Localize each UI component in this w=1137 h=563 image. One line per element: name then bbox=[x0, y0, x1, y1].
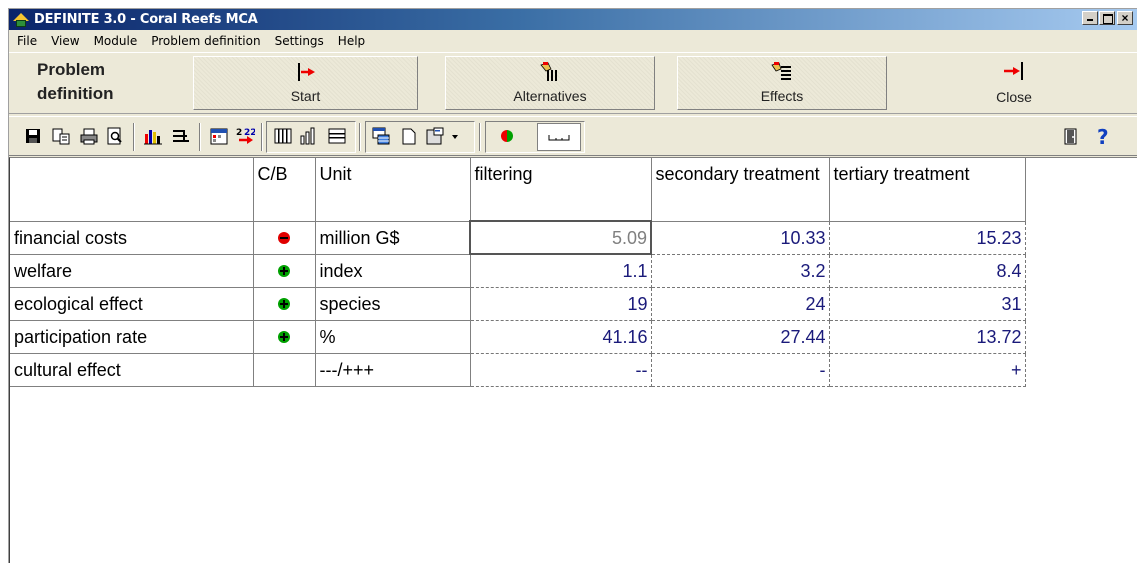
value-cell[interactable]: 24 bbox=[651, 287, 830, 321]
new-page-icon[interactable] bbox=[399, 126, 419, 146]
save-icon[interactable] bbox=[23, 126, 43, 146]
effect-name[interactable]: cultural effect bbox=[10, 353, 254, 387]
unit-cell[interactable]: % bbox=[315, 320, 471, 354]
header-alternative-3[interactable]: tertiary treatment bbox=[829, 158, 1026, 222]
menu-module[interactable]: Module bbox=[87, 34, 145, 48]
cost-benefit-cell[interactable] bbox=[253, 320, 316, 354]
unit-cell[interactable]: index bbox=[315, 254, 471, 288]
menu-bar: File View Module Problem definition Sett… bbox=[9, 31, 1137, 51]
value-cell[interactable]: 15.23 bbox=[829, 221, 1026, 255]
effects-button[interactable]: Effects bbox=[677, 56, 887, 110]
unit-cell[interactable]: ---/+++ bbox=[315, 353, 471, 387]
value-cell[interactable]: 19 bbox=[470, 287, 652, 321]
spacer-icon bbox=[548, 135, 570, 141]
table-row: ecological effect species 19 24 31 bbox=[10, 287, 1135, 321]
renumber-icon[interactable]: 2 22 bbox=[235, 126, 255, 146]
app-window: DEFINITE 3.0 - Coral Reefs MCA × File Vi… bbox=[8, 8, 1137, 563]
title-bar[interactable]: DEFINITE 3.0 - Coral Reefs MCA × bbox=[9, 9, 1137, 30]
value-cell[interactable]: 8.4 bbox=[829, 254, 1026, 288]
menu-help[interactable]: Help bbox=[331, 34, 372, 48]
print-icon[interactable] bbox=[79, 126, 99, 146]
header-cb: C/B bbox=[253, 158, 316, 222]
menu-problem-definition[interactable]: Problem definition bbox=[144, 34, 267, 48]
app-house-icon bbox=[13, 12, 29, 27]
cost-benefit-cell[interactable] bbox=[253, 353, 316, 387]
table-row: cultural effect ---/+++ -- - + bbox=[10, 353, 1135, 387]
value-cell[interactable]: 10.33 bbox=[651, 221, 830, 255]
bar-chart-icon[interactable] bbox=[143, 126, 163, 146]
table-row: participation rate% 41.16 27.44 13.72 bbox=[10, 320, 1135, 354]
sort-icon[interactable] bbox=[171, 126, 191, 146]
svg-text:22: 22 bbox=[244, 128, 255, 138]
benefit-plus-icon bbox=[278, 297, 290, 310]
svg-text:2: 2 bbox=[236, 128, 242, 138]
effects-icon bbox=[771, 62, 791, 80]
cost-benefit-cell[interactable] bbox=[253, 287, 316, 321]
minimize-button[interactable] bbox=[1082, 11, 1098, 25]
blank-toggle[interactable] bbox=[537, 123, 581, 151]
effects-table: C/B Unit filtering secondary treatment t… bbox=[10, 158, 1135, 387]
value-cell[interactable]: 13.72 bbox=[829, 320, 1026, 354]
svg-text:?: ? bbox=[1097, 126, 1109, 146]
alternatives-icon bbox=[540, 62, 557, 81]
value-cell[interactable]: 27.44 bbox=[651, 320, 830, 354]
dropdown-arrow-icon[interactable] bbox=[449, 126, 461, 146]
table-header-row: C/B Unit filtering secondary treatment t… bbox=[10, 158, 1135, 222]
value-cell[interactable]: 31 bbox=[829, 287, 1026, 321]
menu-settings[interactable]: Settings bbox=[268, 34, 331, 48]
help-icon[interactable]: ? bbox=[1093, 126, 1113, 146]
header-effect bbox=[10, 158, 254, 222]
alternatives-button[interactable]: Alternatives bbox=[445, 56, 655, 110]
module-bar: Problem definition Start Alternatives Ef… bbox=[9, 52, 1137, 114]
paste-icon[interactable] bbox=[51, 126, 71, 146]
start-button[interactable]: Start bbox=[193, 56, 418, 110]
menu-file[interactable]: File bbox=[9, 34, 44, 48]
effect-name[interactable]: participation rate bbox=[10, 320, 254, 354]
effect-name[interactable]: ecological effect bbox=[10, 287, 254, 321]
value-cell[interactable]: 1.1 bbox=[470, 254, 652, 288]
value-cell[interactable]: - bbox=[651, 353, 830, 387]
cost-minus-icon bbox=[278, 231, 290, 244]
unit-cell[interactable]: million G$ bbox=[315, 221, 471, 255]
value-cell[interactable]: 41.16 bbox=[470, 320, 652, 354]
arrow-start-icon bbox=[297, 63, 315, 81]
value-cell[interactable]: 3.2 bbox=[651, 254, 830, 288]
header-unit: Unit bbox=[315, 158, 471, 222]
window-title: DEFINITE 3.0 - Coral Reefs MCA bbox=[34, 12, 258, 27]
value-cell[interactable]: -- bbox=[470, 353, 652, 387]
exit-door-icon[interactable] bbox=[1061, 126, 1081, 146]
arrow-close-icon bbox=[1004, 62, 1023, 80]
value-cell[interactable]: 5.09 bbox=[469, 220, 652, 255]
rows-icon[interactable] bbox=[327, 126, 347, 146]
value-cell[interactable]: + bbox=[829, 353, 1026, 387]
unit-cell[interactable]: species bbox=[315, 287, 471, 321]
maximize-button[interactable] bbox=[1099, 11, 1115, 25]
header-alternative-1[interactable]: filtering bbox=[470, 158, 652, 222]
print-preview-icon[interactable] bbox=[105, 126, 125, 146]
menu-view[interactable]: View bbox=[44, 34, 86, 48]
calendar-icon[interactable] bbox=[209, 126, 229, 146]
close-module-button[interactable]: Close bbox=[909, 56, 1119, 110]
cost-benefit-cell[interactable] bbox=[253, 221, 316, 255]
table-view-icon[interactable] bbox=[371, 126, 391, 146]
table-row: welfare index 1.1 3.2 8.4 bbox=[10, 254, 1135, 288]
effect-name[interactable]: welfare bbox=[10, 254, 254, 288]
benefit-plus-icon bbox=[278, 330, 290, 343]
module-title: Problem definition bbox=[37, 60, 114, 103]
header-alternative-2[interactable]: secondary treatment bbox=[651, 158, 830, 222]
cost-benefit-icon[interactable] bbox=[497, 126, 517, 146]
close-window-button[interactable]: × bbox=[1117, 11, 1133, 25]
benefit-plus-icon bbox=[278, 264, 290, 277]
effect-name[interactable]: financial costs bbox=[10, 221, 254, 255]
effects-table-area: C/B Unit filtering secondary treatment t… bbox=[9, 157, 1137, 563]
toolbar: 2 22 bbox=[9, 116, 1137, 156]
properties-icon[interactable] bbox=[425, 126, 445, 146]
histogram-icon[interactable] bbox=[299, 126, 319, 146]
columns-icon[interactable] bbox=[273, 126, 293, 146]
cost-benefit-cell[interactable] bbox=[253, 254, 316, 288]
table-row: financial costs million G$ 5.09 10.33 15.23 bbox=[10, 220, 1135, 255]
